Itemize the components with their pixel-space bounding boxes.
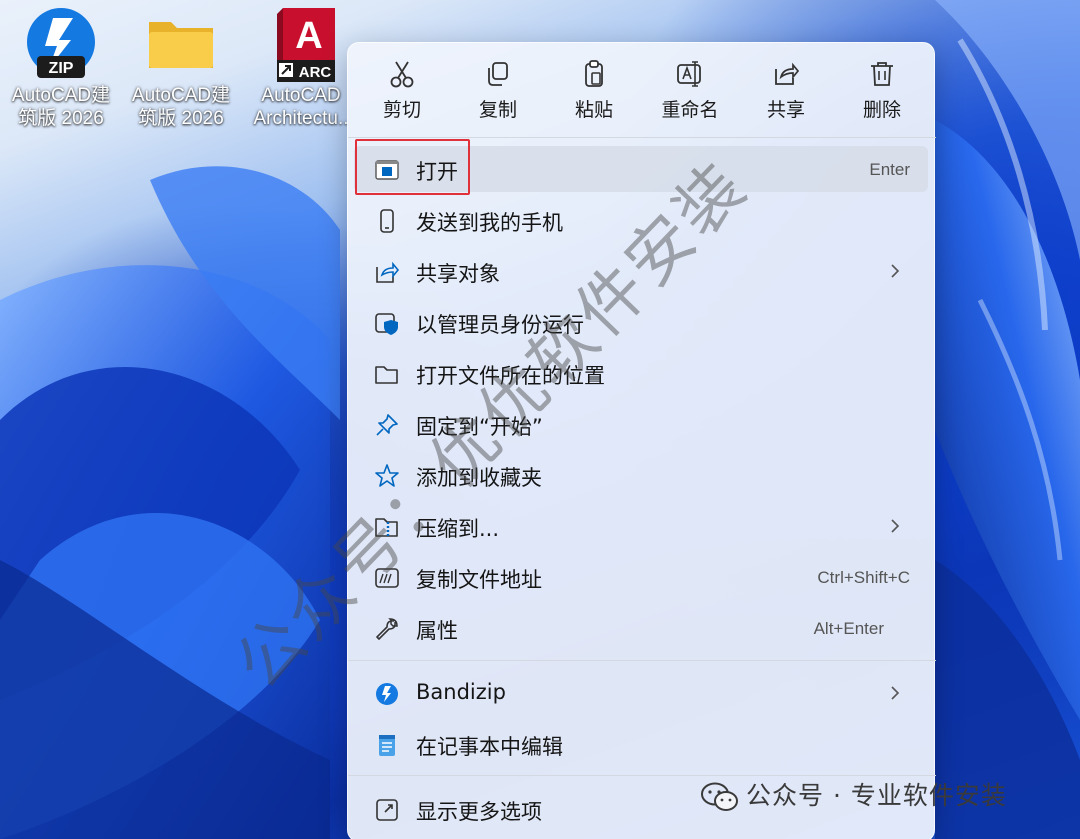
rename-icon [677, 61, 701, 87]
wechat-icon [701, 782, 738, 811]
cut-button[interactable]: 剪切 [354, 53, 450, 133]
delete-button[interactable]: 删除 [834, 53, 930, 133]
pin-icon [376, 414, 398, 436]
folder-icon [143, 6, 219, 82]
cut-icon [390, 61, 414, 88]
bandizip-zip-icon: ZIP [23, 6, 99, 82]
share-button[interactable]: 共享 [738, 53, 834, 133]
bottom-watermark: 公众号 · 专业软件安装 [700, 776, 1007, 816]
wrench-icon [376, 618, 398, 640]
arc-badge-text: ARC [299, 64, 332, 81]
desktop-icon-zip-installer[interactable]: ZIP AutoCAD建 筑版 2026 [6, 6, 116, 130]
share-label: 共享 [766, 99, 805, 121]
paste-button[interactable]: 粘贴 [546, 53, 642, 133]
menu-item-label: 发送到我的手机 [416, 211, 563, 235]
paste-label: 粘贴 [574, 99, 613, 121]
menu-item-shortcut: Alt+Enter [813, 619, 884, 638]
menu-item-edit-in-notepad[interactable]: 在记事本中编辑 [354, 721, 928, 767]
menu-item-label: 复制文件地址 [416, 568, 542, 592]
autocad-letter: A [295, 15, 322, 57]
menu-item-bandizip[interactable]: Bandizip [354, 670, 928, 716]
copy-button[interactable]: 复制 [450, 53, 546, 133]
desktop-icon-label: AutoCAD建 筑版 2026 [131, 85, 231, 129]
chevron-right-icon [891, 264, 900, 278]
share-icon [376, 261, 400, 283]
menu-item-label: 属性 [416, 619, 458, 643]
menu-item-label: 显示更多选项 [416, 800, 542, 824]
desktop-icon-label: AutoCAD Architectu.. [253, 85, 349, 129]
more-options-icon [376, 799, 398, 821]
menu-item-shortcut: Enter [869, 160, 910, 179]
folder-open-icon [375, 366, 398, 384]
notepad-icon [379, 735, 395, 756]
menu-item-copy-as-path[interactable]: 复制文件地址 Ctrl+Shift+C [354, 554, 928, 600]
bandizip-icon [376, 683, 398, 705]
paste-icon [585, 60, 603, 87]
desktop-icon-folder[interactable]: AutoCAD建 筑版 2026 [126, 6, 236, 130]
rename-button[interactable]: 重命名 [642, 53, 738, 133]
delete-icon [871, 62, 893, 86]
phone-icon [380, 209, 394, 233]
menu-item-open-file-location[interactable]: 打开文件所在的位置 [354, 350, 928, 396]
share-icon [775, 62, 800, 85]
chevron-right-icon [891, 519, 900, 533]
menu-item-shortcut: Ctrl+Shift+C [817, 568, 910, 587]
context-menu-toolbar: 剪切 复制 粘贴 重命名 共享 删除 [348, 43, 936, 137]
bottom-watermark-text: 公众号 · 专业软件安装 [746, 781, 1007, 810]
rename-label: 重命名 [661, 99, 719, 121]
autocad-architecture-icon: A ARC [263, 6, 339, 82]
chevron-right-icon [891, 686, 900, 700]
desktop-icon-autocad-architecture[interactable]: A ARC AutoCAD Architectu.. [246, 6, 356, 130]
copy-label: 复制 [478, 99, 517, 121]
menu-item-label: 在记事本中编辑 [416, 735, 563, 759]
menu-item-properties[interactable]: 属性 Alt+Enter [354, 605, 928, 651]
delete-label: 删除 [862, 99, 901, 121]
menu-divider [348, 137, 936, 138]
menu-divider [348, 660, 936, 661]
desktop-icon-label: AutoCAD建 筑版 2026 [11, 85, 111, 129]
zip-badge-text: ZIP [49, 60, 74, 77]
admin-shield-icon [375, 313, 398, 335]
menu-item-label: Bandizip [416, 680, 506, 704]
cut-label: 剪切 [382, 99, 421, 121]
copy-icon [488, 62, 508, 86]
menu-item-label: 共享对象 [416, 262, 500, 286]
highlight-box [355, 139, 470, 195]
